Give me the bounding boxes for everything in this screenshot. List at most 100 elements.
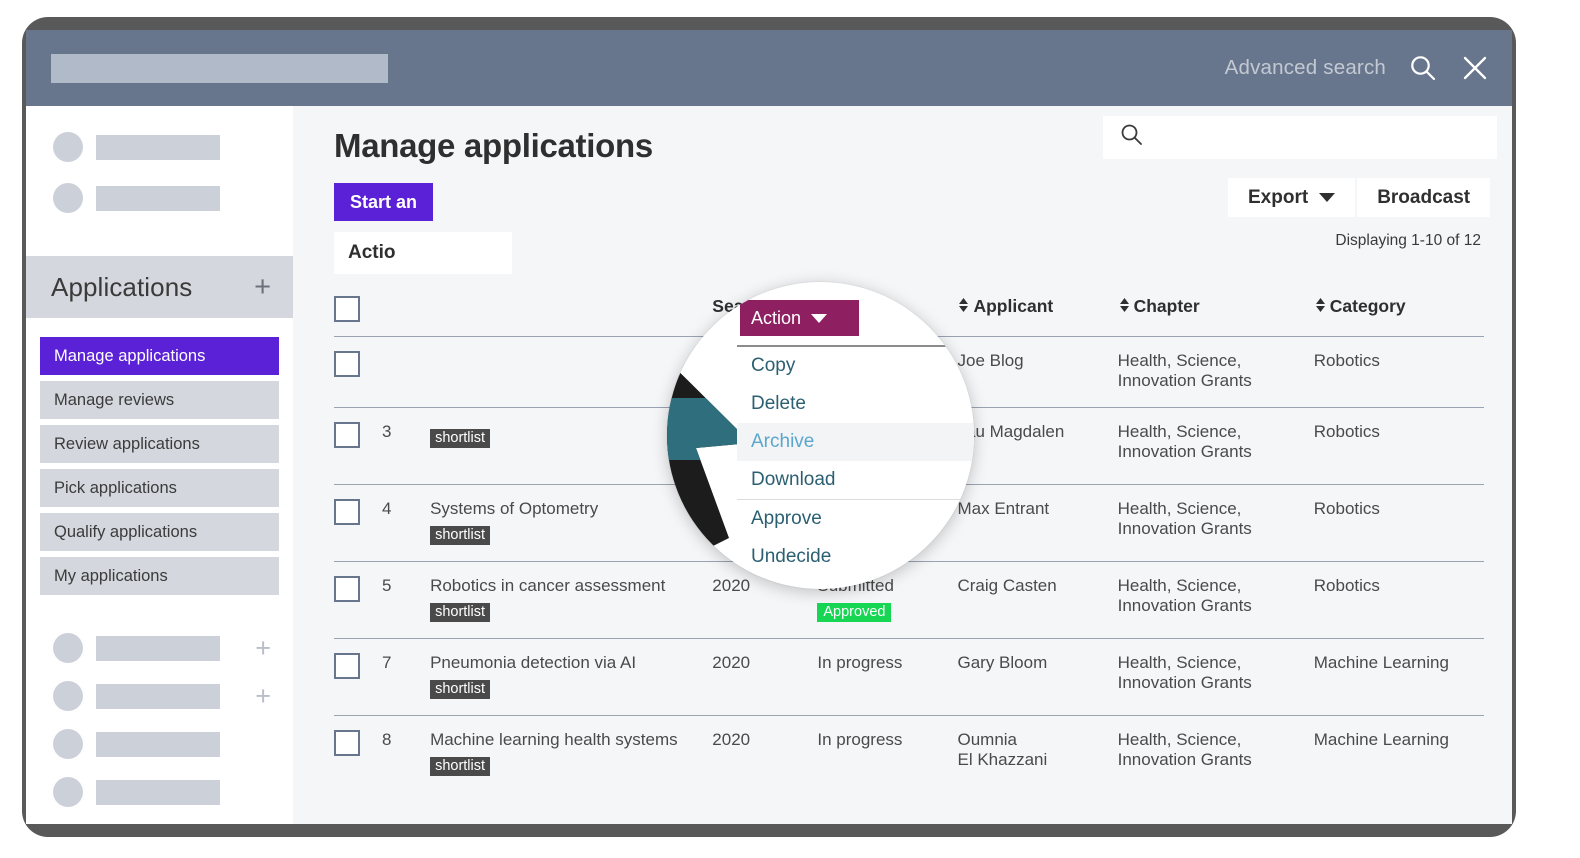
menu-item-approve[interactable]: Approve [737,499,974,538]
row-checkbox[interactable] [334,576,360,602]
cell-season: 2020 [712,715,818,792]
page-title: Manage applications [334,127,653,164]
avatar-placeholder [53,681,83,711]
row-checkbox[interactable] [334,351,360,377]
pagination-status: Displaying 1-10 of 12 [1335,232,1481,249]
shortlist-tag: shortlist [430,757,491,776]
cell-category: Machine Learning [1313,638,1484,716]
shortlist-tag: shortlist [430,526,491,545]
search-icon[interactable] [1408,53,1438,83]
add-icon[interactable]: + [255,634,271,662]
add-icon[interactable]: + [255,682,271,710]
action-filter-box[interactable]: Actio [334,232,512,274]
cell-title: Pneumonia detection via AI shortlist [430,638,713,716]
start-application-button[interactable]: Start an [334,183,434,221]
header-actions: Advanced search [1225,53,1490,83]
browser-window-frame: Advanced search Applications + Manage ap… [22,17,1516,837]
category-value: Machine Learning [1313,653,1449,672]
header-search-input[interactable] [51,53,388,83]
row-checkbox[interactable] [334,422,360,448]
skeleton-item [53,729,271,759]
sort-icon[interactable] [1118,296,1134,316]
cell-applicant: Craig Casten [957,561,1118,639]
cell-id: 7 [382,638,431,716]
row-select-cell [334,638,383,716]
avatar-placeholder [53,633,83,663]
status-value: In progress [817,653,903,672]
label-placeholder [96,683,220,709]
add-application-icon[interactable]: + [254,272,271,302]
cell-chapter: Health, Science, Innovation Grants [1117,715,1314,792]
chapter-name: Innovation Grants [1117,673,1252,692]
row-checkbox[interactable] [334,730,360,756]
left-sidebar: Applications + Manage applications Manage… [26,106,294,824]
cell-category: Robotics [1313,407,1484,485]
chapter-name: Innovation Grants [1117,750,1252,769]
row-select-cell [334,561,383,639]
sort-icon[interactable] [957,296,973,316]
search-icon [1119,122,1145,153]
broadcast-button[interactable]: Broadcast [1357,178,1491,217]
chevron-down-icon [1319,193,1336,202]
table-header-label: Applicant [973,296,1054,316]
table-header-chapter[interactable]: Chapter [1117,296,1314,337]
menu-item-copy[interactable]: Copy [737,347,974,385]
menu-item-undecide[interactable]: Undecide [737,538,974,576]
table-row[interactable]: 7 Pneumonia detection via AI shortlist 2020… [334,638,1484,716]
sidebar-item-manage-reviews[interactable]: Manage reviews [40,381,279,419]
cell-id: 4 [382,484,431,562]
applicant-name: Gary Bloom [957,653,1048,672]
sort-icon[interactable] [1314,296,1330,316]
select-all-checkbox[interactable] [334,296,360,322]
chapter-name: Health, Science, [1117,422,1242,441]
sidebar-skeleton-bottom: + + [26,601,293,807]
menu-item-archive[interactable]: Archive [737,423,974,461]
advanced-search-link[interactable]: Advanced search [1225,56,1386,80]
sidebar-item-review-applications[interactable]: Review applications [40,425,279,463]
export-button[interactable]: Export [1228,178,1356,217]
category-value: Robotics [1313,499,1380,518]
application-title[interactable]: Machine learning health systems [430,730,712,750]
menu-item-delete[interactable]: Delete [737,385,974,423]
cell-chapter: Health, Science, Innovation Grants [1117,638,1314,716]
row-checkbox[interactable] [334,499,360,525]
row-select-cell [334,336,383,408]
table-header-category[interactable]: Category [1313,296,1484,337]
chapter-name: Health, Science, [1117,351,1242,370]
cell-category: Robotics [1313,336,1484,408]
applicant-name: Max Entrant [957,499,1050,518]
close-icon[interactable] [1460,53,1490,83]
applicant-name: Tau Magdalen [957,422,1065,441]
menu-item-download[interactable]: Download [737,461,974,499]
menu-item-label: Download [751,469,836,490]
sidebar-item-manage-applications[interactable]: Manage applications [40,337,279,375]
sidebar-item-my-applications[interactable]: My applications [40,557,279,595]
label-placeholder [96,779,220,805]
application-id: 8 [382,730,392,749]
menu-item-label: Undecide [751,546,832,567]
avatar-placeholder [53,729,83,759]
label-placeholder [96,134,220,160]
sidebar-item-pick-applications[interactable]: Pick applications [40,469,279,507]
table-row[interactable]: 8 Machine learning health systems shortlis… [334,715,1484,792]
sidebar-item-label: Qualify applications [54,522,198,541]
table-search-input[interactable] [1103,116,1497,159]
sidebar-item-qualify-applications[interactable]: Qualify applications [40,513,279,551]
cell-category: Machine Learning [1313,715,1484,792]
table-header-label: Chapter [1133,296,1200,316]
body-layout: Applications + Manage applications Manage… [26,106,1512,824]
action-dropdown-menu: Copy Delete Archive Download Approve Undecide [737,345,974,576]
application-title[interactable]: Pneumonia detection via AI [430,653,712,673]
table-header-label: Category [1329,296,1406,316]
application-id: 5 [382,576,392,595]
magnified-action-button[interactable]: Action [740,300,859,336]
table-toolbar: Export Broadcast [1228,178,1491,217]
skeleton-item: + [53,681,271,711]
app-header-bar: Advanced search [26,30,1512,106]
table-header-applicant[interactable]: Applicant [957,296,1118,337]
row-checkbox[interactable] [334,653,360,679]
action-button-label: Action [751,307,802,328]
window-content: Advanced search Applications + Manage ap… [26,30,1512,824]
row-select-cell [334,407,383,485]
cell-applicant: Max Entrant [957,484,1118,562]
